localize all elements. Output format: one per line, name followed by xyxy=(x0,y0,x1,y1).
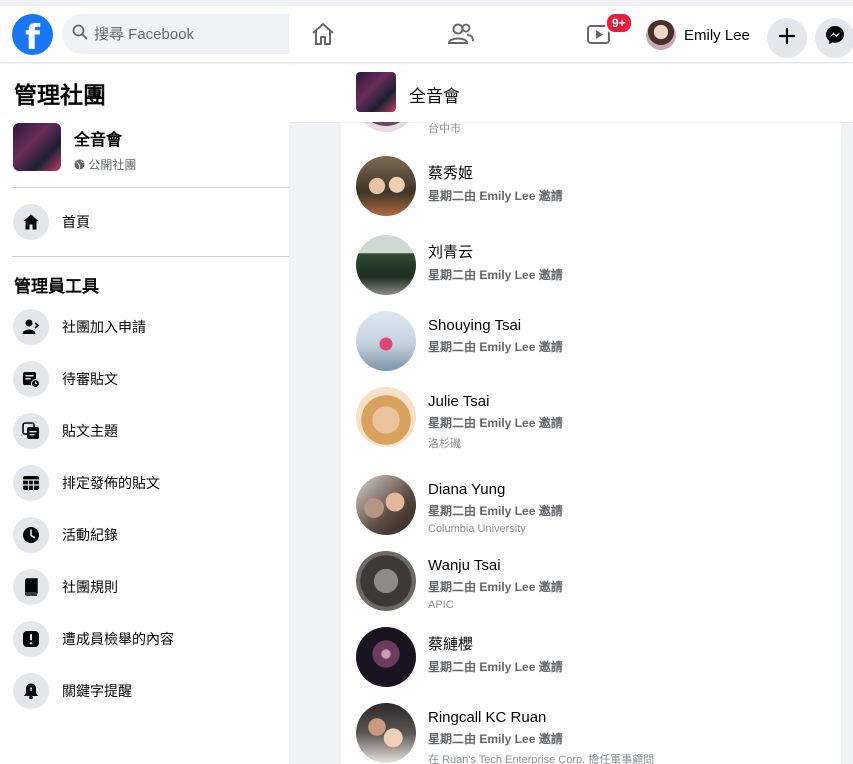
sidebar-item-label: 社團加入申請 xyxy=(62,319,146,335)
messenger-icon xyxy=(825,25,845,51)
member-photo[interactable] xyxy=(356,235,416,295)
invite-info: 星期二由 Emily Lee 邀請 xyxy=(428,268,563,282)
list-item[interactable]: Wanju Tsai 星期二由 Emily Lee 邀請 APIC xyxy=(356,551,563,611)
sidebar-item-label: 活動紀錄 xyxy=(62,527,118,543)
post-topics-icon xyxy=(13,413,49,449)
sidebar-item-label: 首頁 xyxy=(62,214,90,230)
clock-icon xyxy=(13,517,49,553)
group-card[interactable]: 全音會 公開社團 xyxy=(13,123,136,173)
plus-icon xyxy=(778,25,796,51)
group-privacy-label: 公開社團 xyxy=(88,158,137,172)
avatar xyxy=(646,20,676,50)
group-name: 全音會 xyxy=(74,132,123,149)
member-photo[interactable] xyxy=(356,475,416,535)
member-detail: 洛杉磯 xyxy=(428,438,461,450)
sidebar-item-member-requests[interactable]: 社團加入申請 xyxy=(13,309,146,345)
create-button[interactable] xyxy=(767,18,807,58)
list-item[interactable]: Julie Tsai 星期二由 Emily Lee 邀請 洛杉磯 xyxy=(356,387,563,451)
group-privacy: 公開社團 xyxy=(74,156,136,173)
globe-icon xyxy=(74,158,88,172)
member-detail: 在 Ruan's Tech Enterprise Corp. 擔任軍事顧問 xyxy=(428,754,655,764)
search-input[interactable] xyxy=(94,25,274,43)
messenger-button[interactable] xyxy=(815,18,853,58)
friends-icon[interactable] xyxy=(445,18,477,50)
invite-info: 星期二由 Emily Lee 邀請 xyxy=(428,580,563,594)
member-photo[interactable] xyxy=(356,156,416,216)
divider xyxy=(12,256,289,257)
invite-info: 星期二由 Emily Lee 邀請 xyxy=(428,660,563,674)
member-name[interactable]: Wanju Tsai xyxy=(428,557,563,574)
list-item[interactable]: Diana Yung 星期二由 Emily Lee 邀請 Columbia Un… xyxy=(356,475,563,535)
member-name[interactable]: 刘青云 xyxy=(428,241,563,262)
search-icon xyxy=(72,24,88,45)
member-name[interactable]: Ringcall KC Ruan xyxy=(428,709,654,726)
sidebar-item-home[interactable]: 首頁 xyxy=(13,204,90,240)
member-photo[interactable] xyxy=(356,387,416,447)
sidebar-item-group-rules[interactable]: 社團規則 xyxy=(13,569,118,605)
admin-tools-heading: 管理員工具 xyxy=(14,277,99,296)
invite-info: 星期二由 Emily Lee 邀請 xyxy=(428,340,563,354)
sidebar-item-activity-log[interactable]: 活動紀錄 xyxy=(13,517,118,553)
bell-icon xyxy=(13,673,49,709)
home-icon xyxy=(13,204,49,240)
sidebar-item-post-topics[interactable]: 貼文主題 xyxy=(13,413,118,449)
invite-info: 星期二由 Emily Lee 邀請 xyxy=(428,189,563,203)
group-header: 全音會 xyxy=(289,62,853,122)
list-item[interactable]: 蔡秀姬 星期二由 Emily Lee 邀請 xyxy=(356,156,563,216)
member-detail: 台中市 xyxy=(428,123,461,135)
top-navigation-bar: f 9+ Emily Lee xyxy=(0,0,853,62)
sidebar-item-label: 排定發佈的貼文 xyxy=(62,475,160,491)
member-request-icon xyxy=(13,309,49,345)
member-name[interactable]: 蔡秀姬 xyxy=(428,162,563,183)
search-box[interactable] xyxy=(62,14,289,54)
list-item[interactable]: Shouying Tsai 星期二由 Emily Lee 邀請 xyxy=(356,311,563,371)
member-detail: Columbia University xyxy=(428,523,526,535)
admin-sidebar: 管理社團 全音會 公開社團 首頁 管理員工具 社團加入申請 待審貼文 貼文主題 … xyxy=(0,62,289,764)
member-photo[interactable] xyxy=(356,311,416,371)
sidebar-item-label: 社團規則 xyxy=(62,579,118,595)
sidebar-item-scheduled-posts[interactable]: 排定發佈的貼文 xyxy=(13,465,160,501)
member-name[interactable]: 蔡縺櫻 xyxy=(428,633,563,654)
member-photo[interactable] xyxy=(356,703,416,763)
pending-posts-icon xyxy=(13,361,49,397)
sidebar-item-label: 關鍵字提醒 xyxy=(62,683,132,699)
invite-info: 星期二由 Emily Lee 邀請 xyxy=(428,416,563,430)
group-cover-thumbnail xyxy=(13,123,61,171)
member-name[interactable]: Diana Yung xyxy=(428,481,563,498)
book-icon xyxy=(13,569,49,605)
list-item[interactable]: 蔡縺櫻 星期二由 Emily Lee 邀請 xyxy=(356,627,563,687)
report-icon xyxy=(13,621,49,657)
sidebar-item-pending-posts[interactable]: 待審貼文 xyxy=(13,361,118,397)
group-header-name[interactable]: 全音會 xyxy=(409,82,460,107)
member-photo[interactable] xyxy=(356,627,416,687)
group-cover-thumbnail[interactable] xyxy=(356,72,396,112)
sidebar-item-label: 遭成員檢舉的內容 xyxy=(62,631,174,647)
profile-name: Emily Lee xyxy=(684,26,750,44)
divider xyxy=(12,187,289,188)
member-name[interactable]: Shouying Tsai xyxy=(428,317,563,334)
member-name[interactable]: Julie Tsai xyxy=(428,393,563,410)
profile-shortcut[interactable]: Emily Lee xyxy=(646,20,750,50)
facebook-logo[interactable]: f xyxy=(12,14,53,55)
member-detail: APIC xyxy=(428,599,454,611)
member-photo[interactable] xyxy=(356,551,416,611)
list-item[interactable]: 刘青云 星期二由 Emily Lee 邀請 xyxy=(356,235,563,295)
home-icon[interactable] xyxy=(307,18,339,50)
sidebar-item-label: 貼文主題 xyxy=(62,423,118,439)
sidebar-item-label: 待審貼文 xyxy=(62,371,118,387)
invite-info: 星期二由 Emily Lee 邀請 xyxy=(428,732,563,746)
notification-badge: 9+ xyxy=(605,12,633,34)
invite-info: 星期二由 Emily Lee 邀請 xyxy=(428,504,563,518)
sidebar-item-reported-content[interactable]: 遭成員檢舉的內容 xyxy=(13,621,174,657)
sidebar-item-keyword-alerts[interactable]: 關鍵字提醒 xyxy=(13,673,132,709)
list-item[interactable]: Ringcall KC Ruan 星期二由 Emily Lee 邀請 在 Rua… xyxy=(356,703,654,764)
page-title: 管理社團 xyxy=(14,82,106,108)
scheduled-posts-icon xyxy=(13,465,49,501)
member-list: 台中市 蔡秀姬 星期二由 Emily Lee 邀請 刘青云 星期二由 Emily… xyxy=(341,112,841,764)
